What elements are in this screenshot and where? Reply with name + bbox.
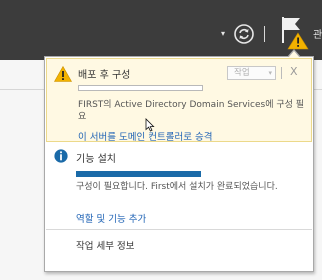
notification-title: 배포 후 구성 xyxy=(78,70,131,81)
divider xyxy=(46,229,312,230)
add-roles-features-link[interactable]: 역할 및 기능 추가 xyxy=(76,211,146,225)
notification-message: 구성이 필요합니다. First에서 설치가 완료되었습니다. xyxy=(76,182,278,192)
toolbar-separator xyxy=(264,26,265,42)
notifications-popup: 배포 후 구성 작업 ▾ X FIRST의 Active Directory D… xyxy=(44,56,314,272)
background-divider xyxy=(0,89,44,90)
progress-bar xyxy=(78,85,203,91)
post-deployment-notification: 배포 후 구성 작업 ▾ X FIRST의 Active Directory D… xyxy=(46,58,312,143)
popup-pointer-fill xyxy=(288,51,300,58)
task-dropdown-button[interactable]: 작업 ▾ xyxy=(227,66,276,80)
progress-bar xyxy=(76,171,201,177)
dashboard-header: ▾ 관 xyxy=(0,0,322,60)
separator xyxy=(281,67,282,79)
mouse-cursor-icon xyxy=(145,118,155,132)
header-menu-label-truncated[interactable]: 관 xyxy=(313,26,322,41)
notification-message: FIRST의 Active Directory Domain Services에… xyxy=(78,100,305,122)
task-button-label: 작업 xyxy=(234,68,250,78)
info-icon xyxy=(54,149,68,163)
notification-title: 기능 설치 xyxy=(76,154,116,165)
nav-dropdown-icon[interactable]: ▾ xyxy=(221,29,225,38)
notification-flag-warning-icon[interactable] xyxy=(279,15,311,51)
close-icon[interactable]: X xyxy=(290,65,298,78)
warning-icon xyxy=(54,66,72,82)
chevron-down-icon: ▾ xyxy=(268,69,272,77)
task-details-link[interactable]: 작업 세부 정보 xyxy=(76,238,134,252)
refresh-icon[interactable] xyxy=(233,23,255,45)
